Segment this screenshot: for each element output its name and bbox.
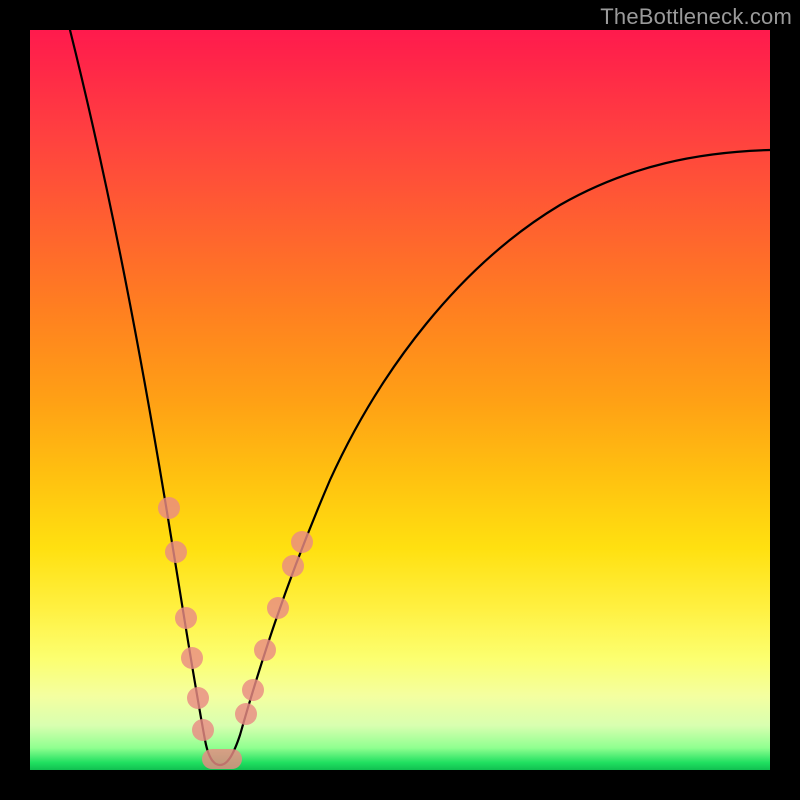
- marker-dot: [158, 497, 180, 519]
- marker-dot: [192, 719, 214, 741]
- plot-area: [30, 30, 770, 770]
- marker-dot: [254, 639, 276, 661]
- marker-dot: [175, 607, 197, 629]
- chart-frame: TheBottleneck.com: [0, 0, 800, 800]
- marker-dot: [291, 531, 313, 553]
- watermark-text: TheBottleneck.com: [600, 4, 792, 30]
- bottleneck-curve: [70, 30, 770, 765]
- curve-layer: [30, 30, 770, 770]
- marker-dot: [267, 597, 289, 619]
- marker-dot: [165, 541, 187, 563]
- marker-dot: [181, 647, 203, 669]
- marker-dot: [282, 555, 304, 577]
- marker-dot: [187, 687, 209, 709]
- trough-capsule: [202, 749, 242, 769]
- marker-dot: [235, 703, 257, 725]
- marker-dot: [242, 679, 264, 701]
